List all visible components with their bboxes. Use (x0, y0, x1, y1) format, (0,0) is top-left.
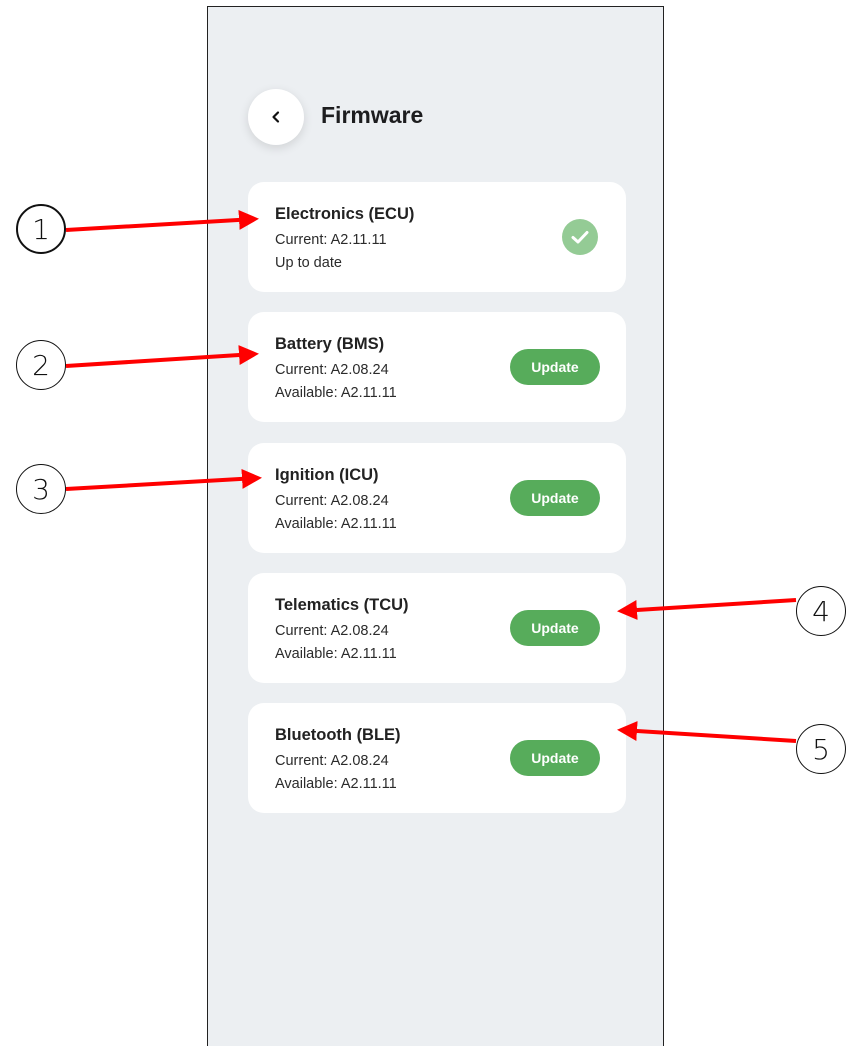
firmware-card-tcu: Telematics (TCU) Current: A2.08.24 Avail… (248, 573, 626, 683)
update-button-bms[interactable]: Update (510, 349, 600, 385)
callout-4: 4 (796, 586, 846, 636)
page-title: Firmware (321, 102, 424, 128)
back-button[interactable] (248, 89, 304, 145)
firmware-card-ble: Bluetooth (BLE) Current: A2.08.24 Availa… (248, 703, 626, 813)
firmware-card-ecu: Electronics (ECU) Current: A2.11.11 Up t… (248, 182, 626, 292)
status-text: Up to date (275, 255, 342, 271)
update-button-ble[interactable]: Update (510, 740, 600, 776)
available-version: Available: A2.11.11 (275, 646, 397, 662)
callout-5: 5 (796, 724, 846, 774)
chevron-left-icon (270, 110, 282, 124)
check-icon (562, 219, 598, 255)
update-button-icu[interactable]: Update (510, 480, 600, 516)
firmware-card-icu: Ignition (ICU) Current: A2.08.24 Availab… (248, 443, 626, 553)
update-button-tcu[interactable]: Update (510, 610, 600, 646)
phone-screen: Firmware Electronics (ECU) Current: A2.1… (207, 6, 664, 1046)
callout-3: 3 (16, 464, 66, 514)
available-version: Available: A2.11.11 (275, 385, 397, 401)
callout-1: 1 (16, 204, 66, 254)
available-version: Available: A2.11.11 (275, 776, 397, 792)
available-version: Available: A2.11.11 (275, 516, 397, 532)
callout-2: 2 (16, 340, 66, 390)
firmware-card-bms: Battery (BMS) Current: A2.08.24 Availabl… (248, 312, 626, 422)
